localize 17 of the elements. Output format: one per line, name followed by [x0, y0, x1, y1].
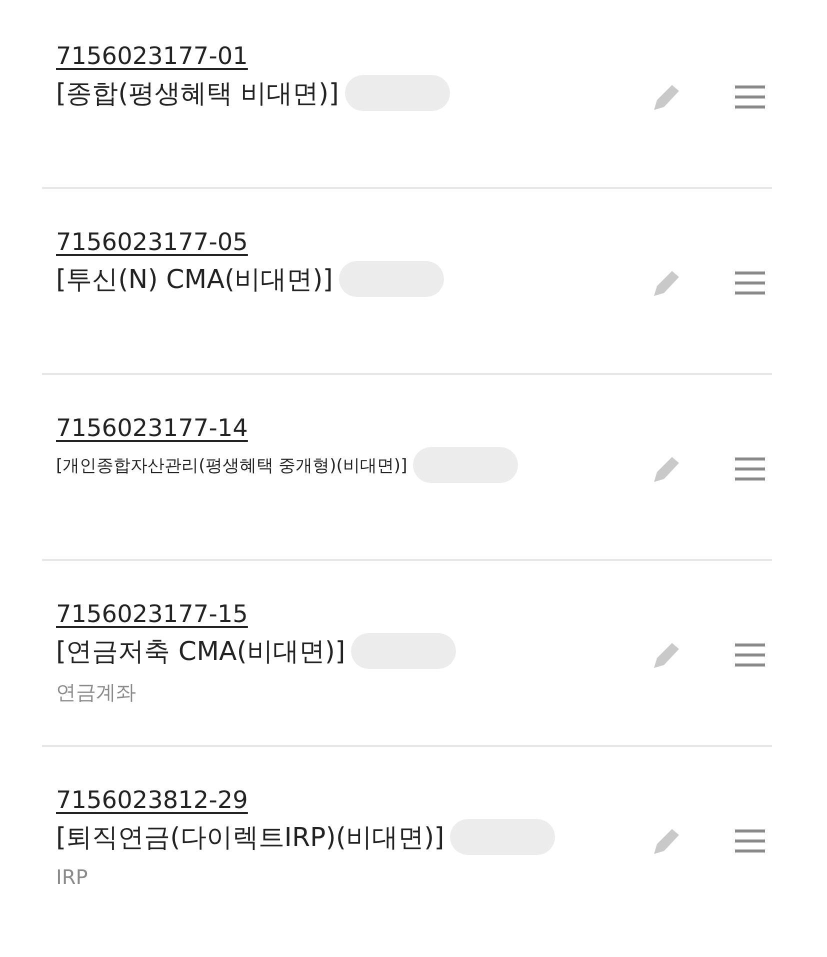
menu-icon[interactable] — [734, 83, 766, 111]
menu-icon[interactable] — [734, 641, 766, 669]
account-name: [연금저축 CMA(비대면)] — [56, 636, 346, 668]
menu-icon[interactable] — [734, 827, 766, 855]
account-number-link[interactable]: 7156023177-14 — [56, 411, 248, 445]
account-number-link[interactable]: 7156023812-29 — [56, 783, 248, 817]
account-name: [종합(평생혜택 비대면)] — [56, 78, 339, 110]
account-name: [투신(N) CMA(비대면)] — [56, 264, 333, 296]
account-name: [개인종합자산관리(평생혜택 중개형)(비대면)] — [56, 454, 408, 476]
account-number-link[interactable]: 7156023177-05 — [56, 225, 248, 259]
account-number-link[interactable]: 7156023177-15 — [56, 597, 248, 631]
account-type: IRP — [56, 865, 88, 889]
account-type: 연금계좌 — [56, 679, 136, 706]
account-name: [퇴직연금(다이렉트IRP)(비대면)] — [56, 822, 444, 854]
menu-icon[interactable] — [734, 455, 766, 483]
account-number-link[interactable]: 7156023177-01 — [56, 39, 248, 73]
menu-icon[interactable] — [734, 269, 766, 297]
